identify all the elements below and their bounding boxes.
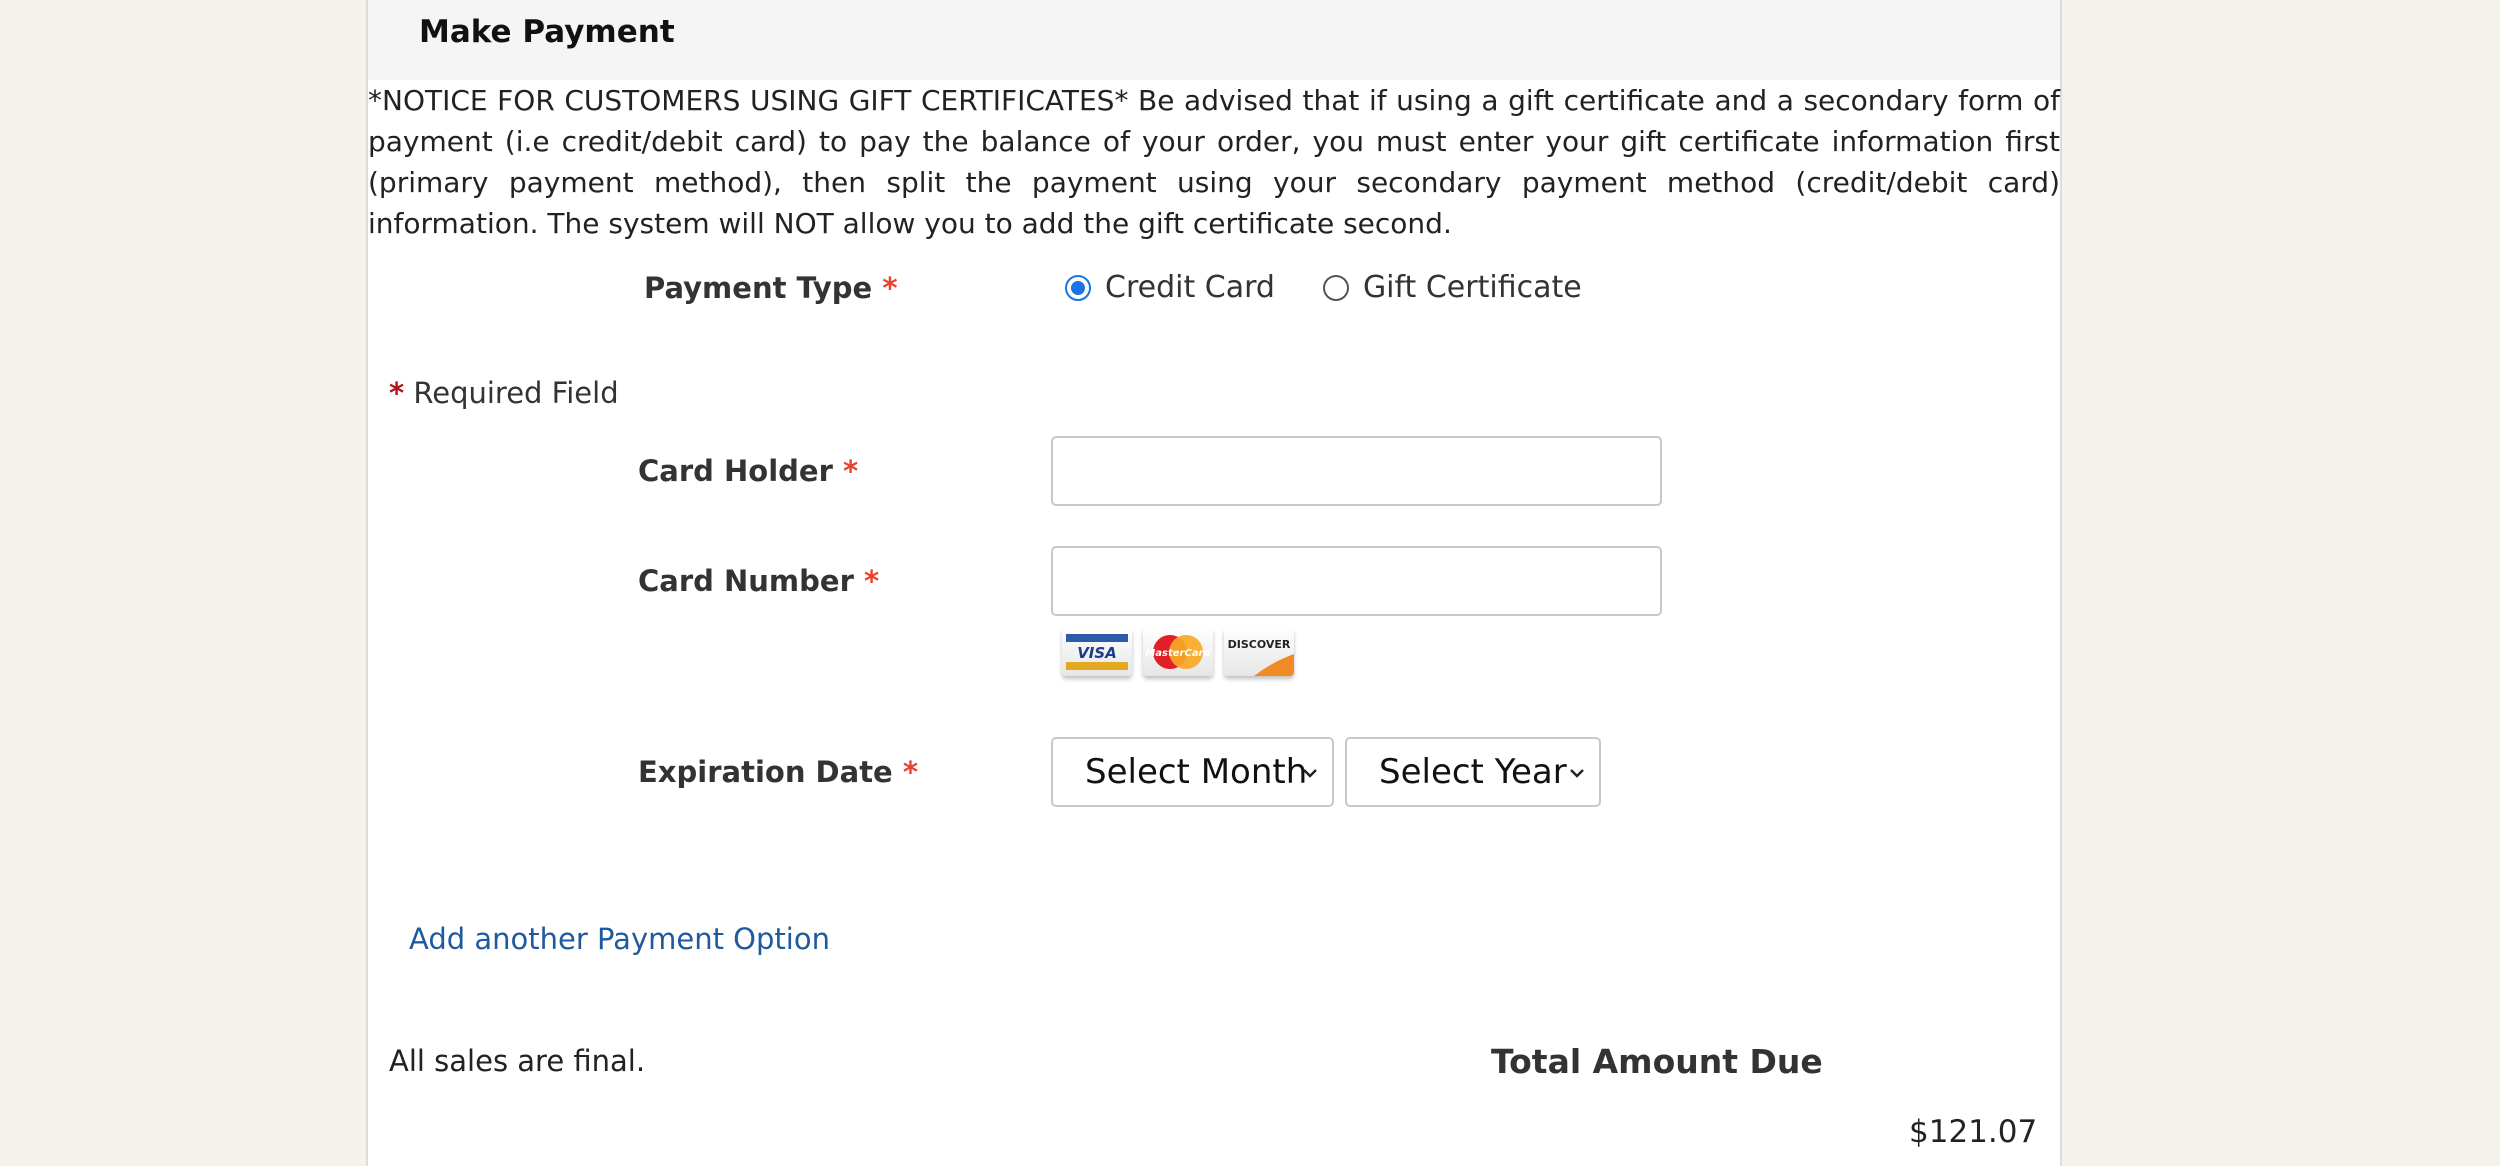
card-number-input[interactable]: [1051, 546, 1662, 616]
total-amount-label: Total Amount Due: [1491, 1042, 1823, 1081]
expiration-month-select[interactable]: Select Month: [1051, 737, 1334, 807]
sales-final-note: All sales are final.: [389, 1044, 646, 1078]
card-holder-label-text: Card Holder: [638, 454, 833, 488]
month-select-value: Select Month: [1085, 752, 1308, 792]
chevron-down-icon: [1570, 769, 1584, 778]
gift-certificate-radio[interactable]: [1322, 275, 1349, 301]
card-number-label: Card Number *: [638, 561, 879, 601]
year-select-value: Select Year: [1379, 752, 1567, 792]
add-payment-option-link[interactable]: Add another Payment Option: [409, 919, 830, 959]
required-asterisk: *: [882, 271, 898, 305]
payment-type-label: Payment Type *: [644, 268, 898, 308]
required-asterisk: *: [842, 454, 859, 488]
payment-type-radio-group: Credit Card Gift Certificate: [1065, 268, 1630, 308]
expiration-date-label-text: Expiration Date: [638, 755, 893, 789]
visa-card-icon: VISA: [1062, 628, 1132, 676]
required-asterisk: *: [863, 564, 880, 598]
credit-card-radio-label[interactable]: Credit Card: [1105, 268, 1275, 308]
chevron-down-icon: [1303, 769, 1317, 778]
expiration-year-select[interactable]: Select Year: [1345, 737, 1601, 807]
expiration-date-label: Expiration Date *: [638, 752, 918, 792]
required-field-text: Required Field: [413, 376, 619, 410]
required-field-note: * Required Field: [389, 373, 619, 413]
gift-certificate-notice: *NOTICE FOR CUSTOMERS USING GIFT CERTIFI…: [368, 84, 2060, 240]
credit-card-radio[interactable]: [1065, 275, 1091, 301]
card-holder-label: Card Holder *: [638, 451, 858, 491]
gift-certificate-radio-label[interactable]: Gift Certificate: [1363, 268, 1582, 308]
accepted-cards: VISA MasterCard DISCOVER: [1062, 628, 1305, 676]
svg-text:VISA: VISA: [1077, 644, 1117, 662]
total-amount-value: $121.07: [1909, 1114, 2038, 1150]
required-asterisk: *: [389, 376, 405, 410]
card-holder-input[interactable]: [1051, 436, 1662, 506]
mastercard-icon: MasterCard: [1143, 628, 1213, 676]
card-number-label-text: Card Number: [638, 564, 854, 598]
payment-panel: Make Payment *NOTICE FOR CUSTOMERS USING…: [366, 0, 2062, 1166]
payment-type-label-text: Payment Type: [644, 271, 873, 305]
svg-text:MasterCard: MasterCard: [1145, 648, 1211, 659]
required-asterisk: *: [902, 755, 919, 789]
panel-header: Make Payment: [368, 0, 2060, 80]
discover-card-icon: DISCOVER: [1224, 628, 1294, 676]
svg-text:DISCOVER: DISCOVER: [1228, 638, 1291, 651]
page-title: Make Payment: [419, 14, 675, 50]
